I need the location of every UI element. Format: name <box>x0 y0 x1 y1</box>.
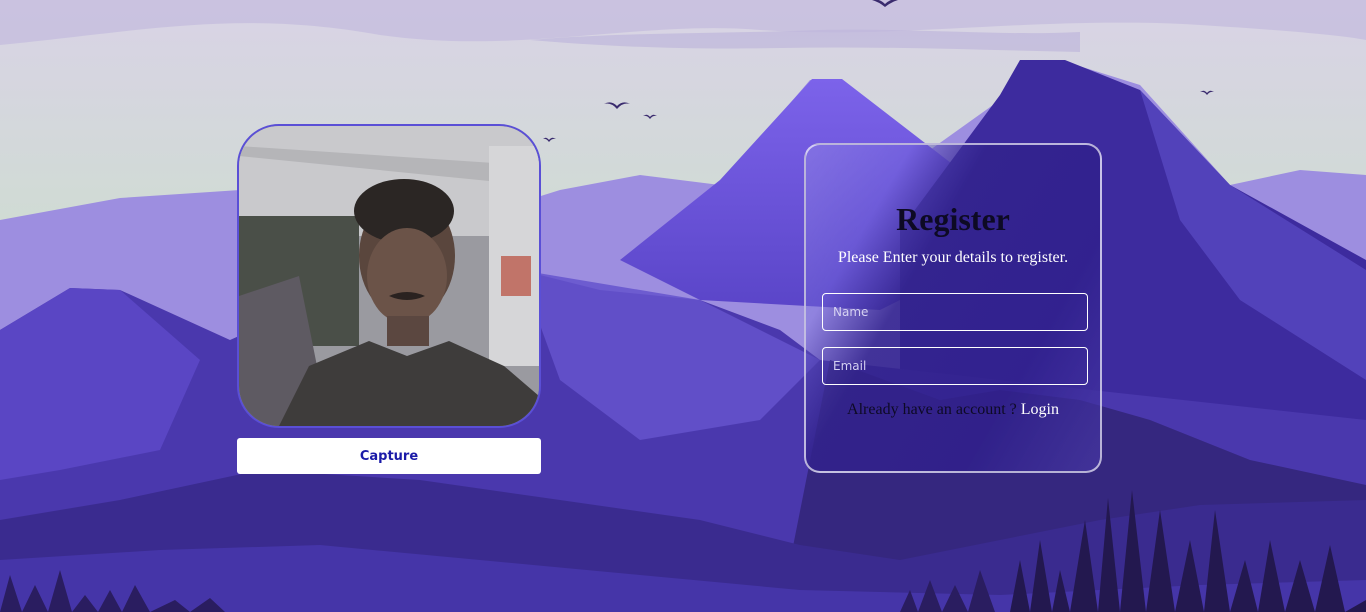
webcam-image <box>239 126 539 426</box>
webcam-preview <box>237 124 541 428</box>
login-prompt: Already have an account ? <box>847 401 1017 418</box>
register-title: Register <box>896 201 1010 237</box>
register-subtitle: Please Enter your details to register. <box>837 249 1069 266</box>
mountain-background <box>0 0 1366 612</box>
register-card: Register Please Enter your details to re… <box>804 143 1102 473</box>
capture-button[interactable]: Capture <box>237 438 541 474</box>
name-input[interactable] <box>822 293 1088 331</box>
email-input[interactable] <box>822 347 1088 385</box>
login-row: Already have an account ? Login <box>806 401 1100 419</box>
login-link[interactable]: Login <box>1021 401 1059 418</box>
